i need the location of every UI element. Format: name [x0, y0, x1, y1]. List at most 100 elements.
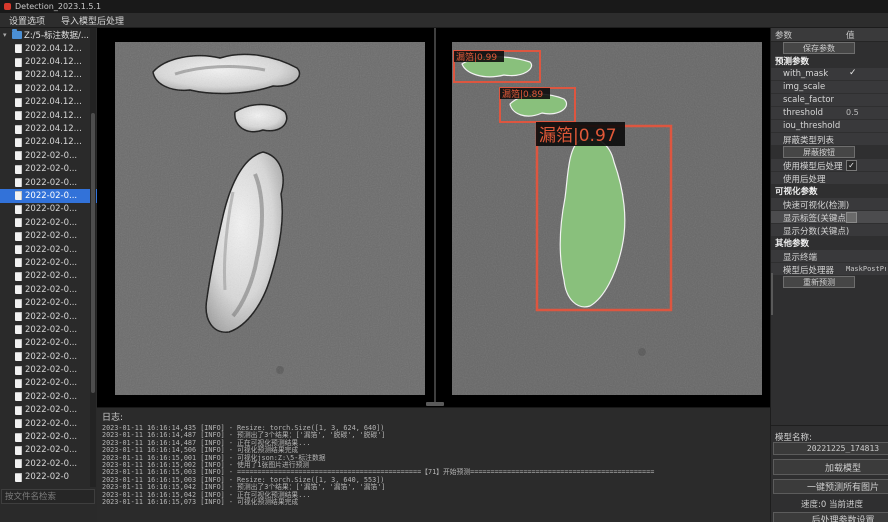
log-title: 日志:: [102, 410, 770, 423]
tree-item[interactable]: 2022-02-0...: [0, 417, 97, 430]
param-row[interactable]: 使用模型后处理✓: [771, 159, 888, 171]
param-row[interactable]: 显示分数(关键点): [771, 224, 888, 236]
param-label: 模型后处理器: [783, 264, 834, 276]
tree-item[interactable]: 2022-02-0...: [0, 430, 97, 443]
tree-item[interactable]: 2022-02-0...: [0, 337, 97, 350]
param-section: 可视化参数: [771, 185, 888, 197]
file-icon: [15, 352, 22, 361]
file-icon: [15, 433, 22, 442]
tree-item[interactable]: 2022-02-0...: [0, 457, 97, 470]
param-row[interactable]: iou_threshold: [771, 120, 888, 132]
param-button[interactable]: 屏蔽按钮: [783, 146, 855, 158]
file-icon: [15, 419, 22, 428]
load-model-button[interactable]: 加载模型: [773, 459, 888, 475]
image-divider[interactable]: [434, 28, 436, 404]
detection-label-1: 漏箔|0.99: [456, 51, 497, 63]
param-row[interactable]: 快速可视化(检测): [771, 198, 888, 210]
params-header: 参数 值: [771, 28, 888, 42]
tree-item[interactable]: 2022.04.12...: [0, 122, 97, 135]
tree-root[interactable]: ▾ Z:/5-标注数据/...: [0, 28, 97, 42]
param-button[interactable]: 保存参数: [783, 42, 855, 54]
tree-item[interactable]: 2022.04.12...: [0, 55, 97, 68]
param-row[interactable]: 屏蔽类型列表: [771, 133, 888, 145]
param-row[interactable]: 使用后处理: [771, 172, 888, 184]
tree-item-label: 2022-02-0...: [25, 419, 77, 429]
tree-item[interactable]: 2022-02-0...: [0, 363, 97, 376]
tree-item-label: 2022-02-0...: [25, 459, 77, 469]
tree-item[interactable]: 2022.04.12...: [0, 69, 97, 82]
tree-item[interactable]: 2022.04.12...: [0, 109, 97, 122]
menu-item-import-postprocess[interactable]: 导入模型后处理: [61, 14, 124, 27]
file-icon: [15, 205, 22, 214]
tree-item[interactable]: 2022-02-0...: [0, 163, 97, 176]
model-name-field[interactable]: 20221225_174813: [773, 442, 888, 455]
params-scrollbar-thumb[interactable]: [771, 273, 773, 315]
tree-item-label: 2022.04.12...: [25, 84, 82, 94]
tree-item-label: 2022.04.12...: [25, 57, 82, 67]
tree-scrollbar-thumb[interactable]: [91, 113, 95, 393]
tree-item-label: 2022.04.12...: [25, 111, 82, 121]
tree-item-label: 2022-02-0...: [25, 338, 77, 348]
log-line: 2023-01-11 16:16:15,073 [INFO] - 可视化预测结果…: [102, 499, 770, 506]
detection-label-3: 漏箔|0.97: [539, 126, 617, 146]
tree-item[interactable]: 2022-02-0...: [0, 377, 97, 390]
tree-item[interactable]: 2022-02-0...: [0, 404, 97, 417]
tree-item[interactable]: 2022-02-0...: [0, 256, 97, 269]
param-row[interactable]: scale_factor: [771, 94, 888, 106]
menu-item-settings[interactable]: 设置选项: [9, 14, 45, 27]
tree-item-label: 2022-02-0...: [25, 365, 77, 375]
param-row[interactable]: 显示终端: [771, 250, 888, 262]
tree-item[interactable]: 2022-02-0...: [0, 444, 97, 457]
left-image[interactable]: [115, 42, 425, 395]
tree-item[interactable]: 2022-02-0...: [0, 243, 97, 256]
tree-item[interactable]: 2022-02-0...: [0, 203, 97, 216]
params-col-value: 值: [846, 29, 855, 41]
image-divider-handle[interactable]: [426, 402, 444, 406]
tree-item[interactable]: 2022-02-0...: [0, 229, 97, 242]
param-row[interactable]: 模型后处理器MaskPostPro: [771, 263, 888, 275]
log-lines: 2023-01-11 16:16:14,435 [INFO] - Resize:…: [102, 425, 770, 506]
tree-item[interactable]: 2022.04.12...: [0, 136, 97, 149]
param-row[interactable]: threshold0.5: [771, 107, 888, 119]
param-row[interactable]: with_mask✓: [771, 68, 888, 80]
file-icon: [15, 379, 22, 388]
postprocess-settings-button[interactable]: 后处理参数设置: [773, 512, 888, 522]
param-button-row: 重新预测: [771, 276, 888, 289]
tree-item[interactable]: 2022-02-0...: [0, 323, 97, 336]
param-button[interactable]: 重新预测: [783, 276, 855, 288]
param-row[interactable]: img_scale: [771, 81, 888, 93]
search-input[interactable]: [1, 489, 95, 504]
tree-item-label: 2022-02-0...: [25, 204, 77, 214]
speed-status: 速度:0 当前进度: [801, 498, 863, 510]
checkbox-icon[interactable]: [846, 212, 857, 223]
tree-item[interactable]: 2022-02-0...: [0, 149, 97, 162]
file-icon: [15, 285, 22, 294]
tree-item[interactable]: 2022-02-0...: [0, 390, 97, 403]
tree-item[interactable]: 2022-02-0...: [0, 176, 97, 189]
tree-item[interactable]: 2022-02-0...: [0, 296, 97, 309]
tree-item[interactable]: 2022-02-0...: [0, 283, 97, 296]
tree-item[interactable]: 2022-02-0...: [0, 270, 97, 283]
tree-item[interactable]: 2022-02-0...: [0, 310, 97, 323]
tree-item[interactable]: 2022.04.12...: [0, 96, 97, 109]
tree-item[interactable]: 2022-02-0...: [0, 350, 97, 363]
tree-item-label: 2022-02-0...: [25, 312, 77, 322]
param-label: scale_factor: [783, 95, 834, 105]
tree-item[interactable]: 2022.04.12...: [0, 42, 97, 55]
param-button-row: 保存参数: [771, 42, 888, 55]
tree-item-label: 2022-02-0...: [25, 245, 77, 255]
tree-item-label: 2022-02-0...: [25, 164, 77, 174]
tree-item[interactable]: 2022-02-0: [0, 471, 97, 484]
tree-item[interactable]: 2022.04.12...: [0, 82, 97, 95]
predict-all-button[interactable]: 一键预测所有图片: [773, 479, 888, 494]
file-icon: [15, 339, 22, 348]
param-label: iou_threshold: [783, 121, 840, 131]
file-icon: [15, 473, 22, 482]
param-row[interactable]: 显示标签(关键点): [771, 211, 888, 223]
tree-item[interactable]: 2022-02-0...: [0, 189, 97, 202]
tree-item[interactable]: 2022-02-0...: [0, 216, 97, 229]
checkbox-icon[interactable]: ✓: [846, 160, 857, 171]
right-image[interactable]: 漏箔|0.99 漏箔|0.89 漏箔|0.97: [452, 42, 762, 395]
tree-item-label: 2022-02-0...: [25, 298, 77, 308]
tree-scrollbar[interactable]: [90, 28, 96, 487]
